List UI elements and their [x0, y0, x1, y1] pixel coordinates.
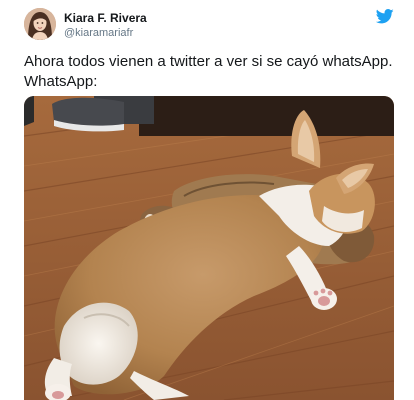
tweet-text: Ahora todos vienen a twitter a ver si se… [24, 52, 404, 92]
tweet-text-line2: WhatsApp: [24, 73, 98, 90]
avatar[interactable] [24, 8, 56, 40]
twitter-bird-icon[interactable] [375, 9, 394, 24]
tweet-media[interactable] [24, 96, 394, 400]
author-handle[interactable]: @kiaramariafr [64, 27, 133, 39]
tweet-card: Kiara F. Rivera @kiaramariafr Ahora todo… [0, 0, 414, 400]
corgi-puppy-photo [24, 96, 394, 400]
tweet-text-line1: Ahora todos vienen a twitter a ver si se… [24, 53, 393, 70]
author-name[interactable]: Kiara F. Rivera [64, 11, 147, 25]
